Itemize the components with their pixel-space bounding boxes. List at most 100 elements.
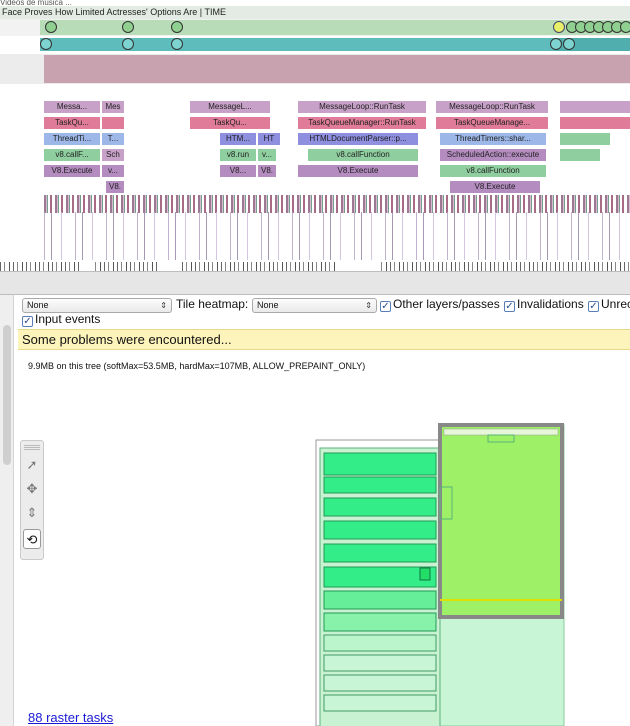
layer-select[interactable]: None ⇕ [22,298,172,313]
slice[interactable] [560,101,630,113]
invalidations-label: Invalidations [517,297,584,311]
slice[interactable]: HTMLDocumentParser::p... [298,133,418,145]
slice[interactable]: ThreadTimers::shar... [440,133,546,145]
input-events-checkbox[interactable]: ✓ Input events [22,312,100,327]
invalidations-checkbox[interactable]: ✓ Invalidations [504,297,584,312]
snapshot-marker[interactable] [550,38,562,50]
slice[interactable]: ScheduledAction::execute [440,149,546,161]
timeline-ruler-gap [80,262,95,271]
tile [323,654,437,672]
snapshot-marker[interactable] [122,21,134,33]
slice[interactable]: v8.run [220,149,256,161]
slice[interactable]: v... [258,149,276,161]
slice[interactable]: MessageL... [190,101,270,113]
left-scrollbar[interactable] [0,295,14,726]
slice[interactable]: MessageLoop::RunTask [436,101,548,113]
chevron-updown-icon: ⇕ [160,301,167,310]
slice[interactable]: V8.Execute [298,165,418,177]
other-layers-label: Other layers/passes [393,297,500,311]
timeline-ruler-gap [160,262,180,271]
slice[interactable]: v8.callF... [44,149,100,161]
tile [323,634,437,652]
snapshot-marker[interactable] [171,21,183,33]
rotate-icon[interactable]: ⟲ [23,529,41,549]
snapshot-marker[interactable] [563,38,575,50]
checkbox-checked-icon[interactable]: ✓ [504,301,515,312]
layer-header [443,428,559,436]
slice[interactable]: V8. [258,165,276,177]
slice[interactable]: V8.Execute [44,165,100,177]
raster-tasks-link[interactable]: 88 raster tasks [28,710,113,725]
tile [323,520,437,540]
tile-heatmap-select[interactable]: None ⇕ [252,298,377,313]
tile [323,566,437,588]
checkbox-checked-icon[interactable]: ✓ [22,316,33,327]
slice[interactable] [102,117,124,129]
tile [323,543,437,563]
unrecorded-label: Unrec [601,297,630,311]
slice[interactable]: TaskQueueManage... [436,117,548,129]
tile [419,567,431,581]
tile [323,674,437,692]
layer-select-value: None [27,300,49,310]
snapshot-marker[interactable] [122,38,134,50]
slice[interactable]: V8. [106,181,124,193]
zoom-icon[interactable]: ⇕ [23,503,41,523]
toolbar-grip[interactable] [24,444,40,450]
snapshot-marker[interactable] [171,38,183,50]
selected-layer [438,423,564,619]
warning-banner[interactable]: Some problems were encountered... [18,329,630,350]
tile [323,452,437,476]
timeline-ruler-gap [335,262,380,271]
slice[interactable]: Messa... [44,101,100,113]
tile [323,590,437,610]
tracing-window: Videos de musica ... Face Proves How Lim… [0,0,630,726]
quad-view-toolbar: ➚ ✥ ⇕ ⟲ [20,440,44,560]
slice[interactable]: TaskQu... [190,117,270,129]
tile-heatmap-label: Tile heatmap: [176,297,249,311]
pan-icon[interactable]: ✥ [23,479,41,499]
slice[interactable]: HT [258,133,280,145]
unrecorded-checkbox[interactable]: ✓ Unrec [588,297,630,312]
scrollbar-thumb[interactable] [3,325,11,465]
slice[interactable]: Sch [102,149,124,161]
memory-summary: 9.9MB on this tree (softMax=53.5MB, hard… [28,361,366,371]
slice[interactable]: V8.Execute [450,181,540,193]
tile [323,612,437,632]
slice[interactable]: T... [102,133,124,145]
input-events-label: Input events [35,312,101,326]
flame-chart-spikes [44,212,630,260]
snapshot-marker-selected[interactable] [553,21,565,33]
checkbox-checked-icon[interactable]: ✓ [380,301,391,312]
flame-chart-deep-slices [44,195,630,213]
panel-splitter[interactable] [0,271,630,295]
slice[interactable]: HTM... [220,133,256,145]
frame-title-label: Face Proves How Limited Actresses' Optio… [0,6,630,19]
tile [323,476,437,494]
slice[interactable] [560,117,630,129]
checkbox-checked-icon[interactable]: ✓ [588,301,599,312]
snapshot-marker[interactable] [45,21,57,33]
slice[interactable]: V8... [220,165,256,177]
slice[interactable]: MessageLoop::RunTask [298,101,426,113]
timeline-track-view[interactable]: Videos de musica ... Face Proves How Lim… [0,0,630,290]
tile [323,694,437,712]
slice[interactable] [560,149,600,161]
layer-quad-view[interactable] [310,415,630,726]
slice[interactable]: v8.callFunction [440,165,546,177]
slice[interactable]: TaskQu... [44,117,100,129]
tile [323,497,437,517]
chevron-updown-icon: ⇕ [365,301,372,310]
slice[interactable]: TaskQueueManager::RunTask [298,117,426,129]
slice[interactable]: v... [102,165,124,177]
slice[interactable]: Mes [102,101,124,113]
slice[interactable] [560,133,610,145]
other-layers-checkbox[interactable]: ✓ Other layers/passes [380,297,500,312]
snapshot-marker[interactable] [40,38,52,50]
slice[interactable]: ThreadTi... [44,133,100,145]
layer-tree-panel: None ⇕ Tile heatmap: None ⇕ ✓ Other layer… [0,295,630,726]
layer-view-controls: None ⇕ Tile heatmap: None ⇕ ✓ Other layer… [18,295,630,328]
select-icon[interactable]: ➚ [23,455,41,475]
snapshot-marker[interactable] [620,21,630,33]
slice[interactable]: v8.callFunction [308,149,418,161]
